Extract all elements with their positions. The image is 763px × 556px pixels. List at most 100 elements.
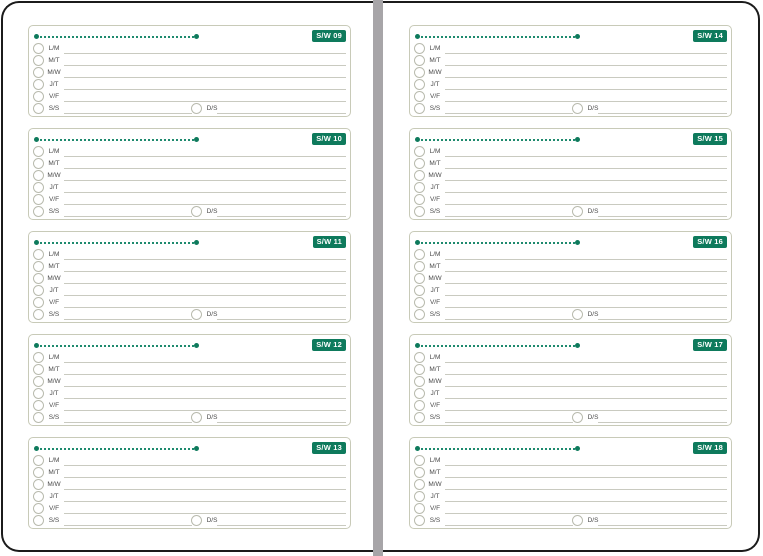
day-check-circle[interactable] xyxy=(414,103,425,114)
writing-line[interactable] xyxy=(64,283,346,284)
day-check-circle[interactable] xyxy=(33,467,44,478)
writing-line[interactable] xyxy=(445,398,727,399)
day-check-circle[interactable] xyxy=(33,515,44,526)
sunday-check-circle[interactable] xyxy=(191,206,202,217)
week-dates-dotted-line[interactable] xyxy=(36,345,198,347)
writing-line[interactable] xyxy=(445,156,727,157)
writing-line[interactable] xyxy=(445,77,727,78)
day-check-circle[interactable] xyxy=(33,182,44,193)
sunday-check-circle[interactable] xyxy=(191,103,202,114)
week-dates-dotted-line[interactable] xyxy=(36,139,198,141)
writing-line[interactable] xyxy=(445,168,727,169)
writing-line[interactable] xyxy=(445,216,573,217)
writing-line[interactable] xyxy=(64,513,346,514)
sunday-check-circle[interactable] xyxy=(572,309,583,320)
writing-line[interactable] xyxy=(64,65,346,66)
week-dates-dotted-line[interactable] xyxy=(36,242,198,244)
sunday-writing-line[interactable] xyxy=(217,216,346,217)
writing-line[interactable] xyxy=(445,53,727,54)
day-check-circle[interactable] xyxy=(414,158,425,169)
day-check-circle[interactable] xyxy=(33,376,44,387)
week-dates-dotted-line[interactable] xyxy=(36,448,198,450)
sunday-check-circle[interactable] xyxy=(191,412,202,423)
sunday-writing-line[interactable] xyxy=(598,319,727,320)
day-check-circle[interactable] xyxy=(414,79,425,90)
writing-line[interactable] xyxy=(64,168,346,169)
day-check-circle[interactable] xyxy=(414,515,425,526)
writing-line[interactable] xyxy=(445,307,727,308)
writing-line[interactable] xyxy=(64,465,346,466)
writing-line[interactable] xyxy=(64,77,346,78)
writing-line[interactable] xyxy=(445,271,727,272)
writing-line[interactable] xyxy=(64,101,346,102)
day-check-circle[interactable] xyxy=(33,249,44,260)
sunday-writing-line[interactable] xyxy=(598,216,727,217)
writing-line[interactable] xyxy=(64,477,346,478)
writing-line[interactable] xyxy=(445,89,727,90)
writing-line[interactable] xyxy=(64,410,346,411)
writing-line[interactable] xyxy=(445,65,727,66)
day-check-circle[interactable] xyxy=(33,479,44,490)
writing-line[interactable] xyxy=(445,422,573,423)
sunday-writing-line[interactable] xyxy=(598,113,727,114)
day-check-circle[interactable] xyxy=(414,412,425,423)
day-check-circle[interactable] xyxy=(33,273,44,284)
day-check-circle[interactable] xyxy=(414,364,425,375)
day-check-circle[interactable] xyxy=(414,400,425,411)
day-check-circle[interactable] xyxy=(414,273,425,284)
writing-line[interactable] xyxy=(445,283,727,284)
sunday-writing-line[interactable] xyxy=(598,525,727,526)
day-check-circle[interactable] xyxy=(33,400,44,411)
writing-line[interactable] xyxy=(445,180,727,181)
day-check-circle[interactable] xyxy=(33,309,44,320)
week-dates-dotted-line[interactable] xyxy=(417,36,579,38)
writing-line[interactable] xyxy=(445,259,727,260)
day-check-circle[interactable] xyxy=(414,309,425,320)
day-check-circle[interactable] xyxy=(33,388,44,399)
sunday-writing-line[interactable] xyxy=(217,525,346,526)
day-check-circle[interactable] xyxy=(414,503,425,514)
day-check-circle[interactable] xyxy=(33,43,44,54)
day-check-circle[interactable] xyxy=(33,491,44,502)
writing-line[interactable] xyxy=(445,410,727,411)
day-check-circle[interactable] xyxy=(414,352,425,363)
writing-line[interactable] xyxy=(64,398,346,399)
day-check-circle[interactable] xyxy=(414,467,425,478)
day-check-circle[interactable] xyxy=(414,249,425,260)
writing-line[interactable] xyxy=(445,513,727,514)
writing-line[interactable] xyxy=(64,307,346,308)
day-check-circle[interactable] xyxy=(33,364,44,375)
day-check-circle[interactable] xyxy=(414,285,425,296)
week-dates-dotted-line[interactable] xyxy=(36,36,198,38)
sunday-writing-line[interactable] xyxy=(598,422,727,423)
writing-line[interactable] xyxy=(445,477,727,478)
day-check-circle[interactable] xyxy=(33,285,44,296)
sunday-writing-line[interactable] xyxy=(217,319,346,320)
day-check-circle[interactable] xyxy=(414,297,425,308)
writing-line[interactable] xyxy=(64,156,346,157)
day-check-circle[interactable] xyxy=(33,55,44,66)
day-check-circle[interactable] xyxy=(414,206,425,217)
day-check-circle[interactable] xyxy=(33,158,44,169)
writing-line[interactable] xyxy=(64,271,346,272)
day-check-circle[interactable] xyxy=(414,146,425,157)
day-check-circle[interactable] xyxy=(414,43,425,54)
writing-line[interactable] xyxy=(64,362,346,363)
sunday-check-circle[interactable] xyxy=(191,515,202,526)
day-check-circle[interactable] xyxy=(414,479,425,490)
day-check-circle[interactable] xyxy=(414,376,425,387)
writing-line[interactable] xyxy=(64,180,346,181)
writing-line[interactable] xyxy=(445,501,727,502)
sunday-check-circle[interactable] xyxy=(572,515,583,526)
day-check-circle[interactable] xyxy=(414,55,425,66)
sunday-writing-line[interactable] xyxy=(217,422,346,423)
day-check-circle[interactable] xyxy=(33,412,44,423)
day-check-circle[interactable] xyxy=(33,91,44,102)
day-check-circle[interactable] xyxy=(414,388,425,399)
writing-line[interactable] xyxy=(445,204,727,205)
writing-line[interactable] xyxy=(445,525,573,526)
writing-line[interactable] xyxy=(64,319,192,320)
sunday-writing-line[interactable] xyxy=(217,113,346,114)
writing-line[interactable] xyxy=(64,204,346,205)
writing-line[interactable] xyxy=(64,489,346,490)
